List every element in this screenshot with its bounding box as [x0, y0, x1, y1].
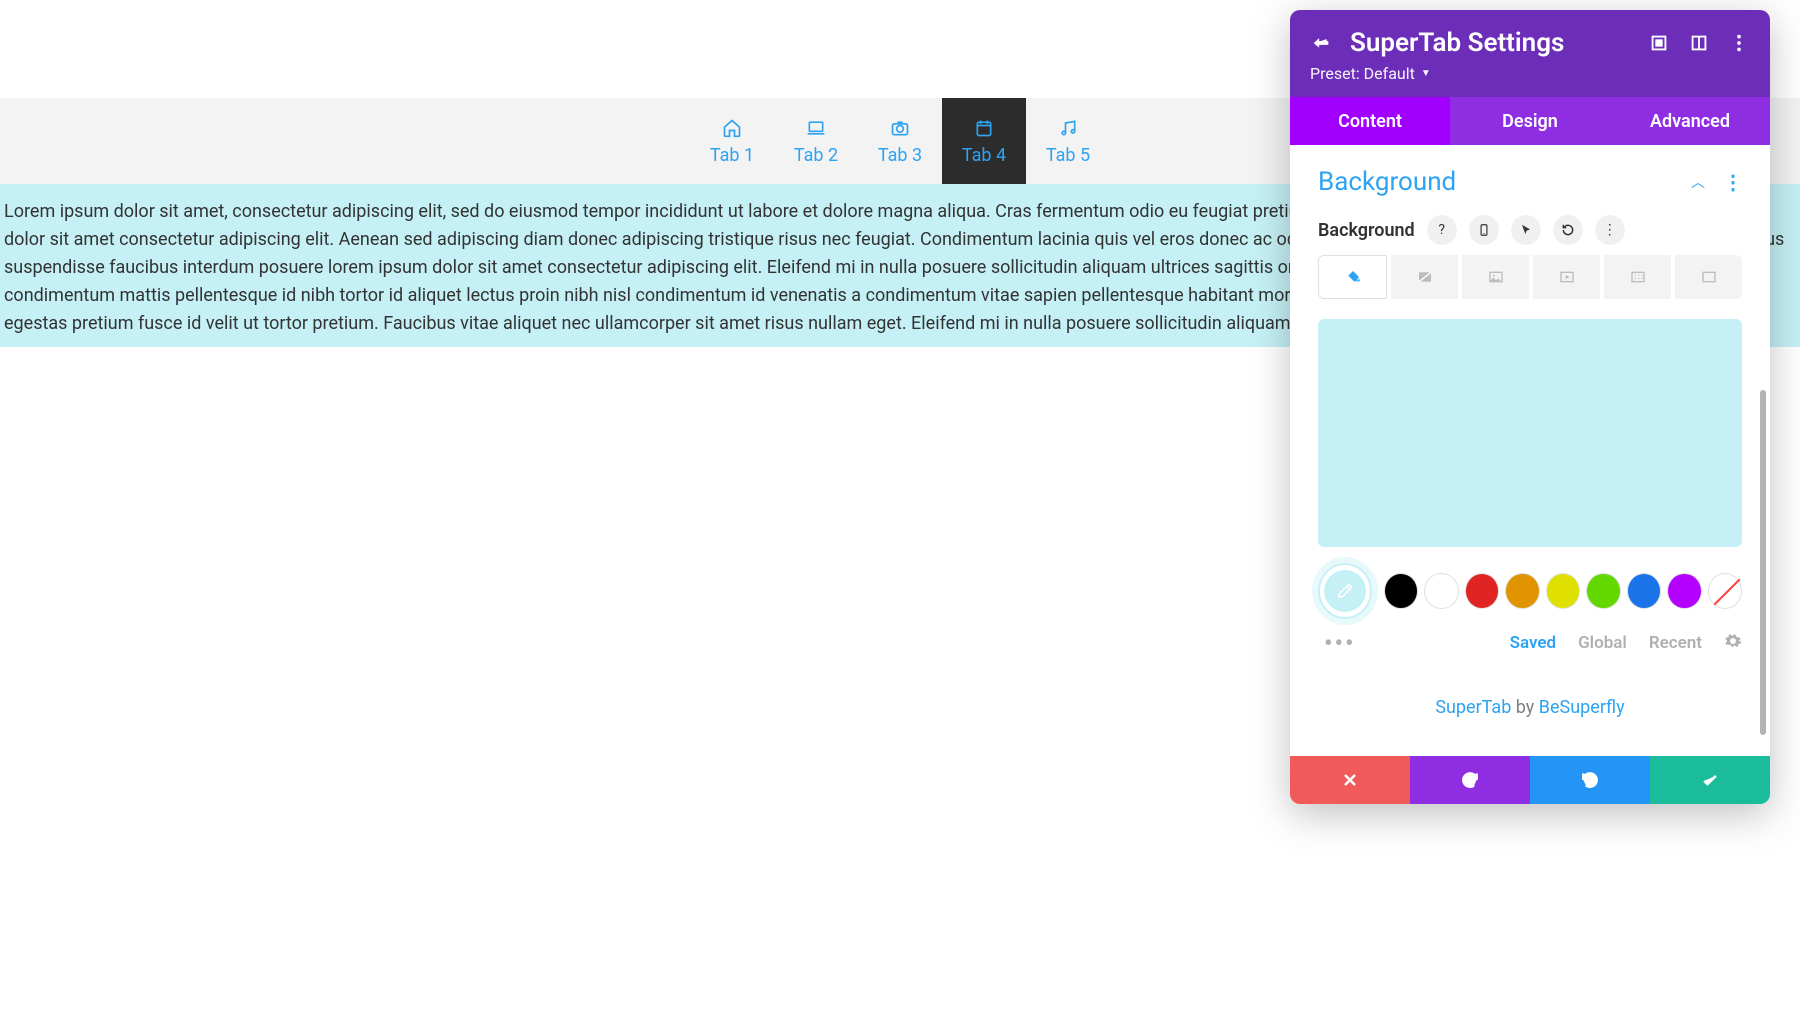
cancel-button[interactable]	[1290, 756, 1410, 804]
music-icon	[1058, 117, 1078, 139]
author-link[interactable]: BeSuperfly	[1539, 697, 1625, 718]
swatch-purple[interactable]	[1667, 573, 1701, 609]
section-title: Background	[1318, 167, 1456, 197]
swatch-none[interactable]	[1708, 573, 1742, 609]
save-button[interactable]	[1650, 756, 1770, 804]
swatch-tabs: ••• Saved Global Recent	[1318, 629, 1742, 657]
gear-icon[interactable]	[1724, 632, 1742, 655]
bgtype-color[interactable]	[1318, 255, 1387, 299]
panel-header: SuperTab Settings Preset: Default ▼	[1290, 10, 1770, 97]
swatch-white[interactable]	[1424, 573, 1458, 609]
tab-label: Tab 1	[710, 145, 754, 166]
redo-button[interactable]	[1530, 756, 1650, 804]
scrollbar[interactable]	[1760, 390, 1766, 735]
product-link[interactable]: SuperTab	[1435, 697, 1511, 718]
swatch-tab-global[interactable]: Global	[1578, 633, 1627, 653]
tab-5[interactable]: Tab 5	[1026, 98, 1110, 184]
tab-3[interactable]: Tab 3	[858, 98, 942, 184]
responsive-icon[interactable]	[1469, 215, 1499, 245]
columns-icon[interactable]	[1688, 32, 1710, 54]
reset-icon[interactable]	[1553, 215, 1583, 245]
swatch-green[interactable]	[1586, 573, 1620, 609]
panel-body: Background ︿ ⋮ Background ? ⋮	[1290, 145, 1770, 756]
swatch-red[interactable]	[1465, 573, 1499, 609]
color-swatches	[1318, 563, 1742, 619]
undo-button[interactable]	[1410, 756, 1530, 804]
tab-1[interactable]: Tab 1	[690, 98, 774, 184]
footer-credit: SuperTab by BeSuperfly	[1318, 667, 1742, 718]
bgtype-video[interactable]	[1533, 255, 1600, 299]
collapse-icon[interactable]: ︿	[1691, 172, 1705, 192]
panel-footer	[1290, 756, 1770, 804]
setting-more-icon[interactable]: ⋮	[1595, 215, 1625, 245]
home-icon	[722, 117, 742, 139]
tab-advanced-settings[interactable]: Advanced	[1610, 97, 1770, 145]
tab-label: Tab 3	[878, 145, 922, 166]
caret-down-icon: ▼	[1421, 68, 1431, 79]
section-more-icon[interactable]: ⋮	[1723, 170, 1742, 194]
panel-title: SuperTab Settings	[1350, 28, 1630, 58]
back-icon[interactable]	[1310, 32, 1332, 54]
tab-label: Tab 5	[1046, 145, 1090, 166]
bgtype-gradient[interactable]	[1391, 255, 1458, 299]
eyedropper-button[interactable]	[1318, 563, 1372, 619]
more-icon[interactable]	[1728, 32, 1750, 54]
background-type-tabs	[1318, 255, 1742, 299]
tab-design-settings[interactable]: Design	[1450, 97, 1610, 145]
calendar-icon	[974, 117, 994, 139]
camera-icon	[890, 117, 910, 139]
bgtype-mask[interactable]	[1675, 255, 1742, 299]
swatch-tab-recent[interactable]: Recent	[1649, 633, 1702, 653]
tab-label: Tab 4	[962, 145, 1006, 166]
swatch-tab-saved[interactable]: Saved	[1510, 633, 1557, 653]
tab-label: Tab 2	[794, 145, 838, 166]
hover-icon[interactable]	[1511, 215, 1541, 245]
swatch-blue[interactable]	[1627, 573, 1661, 609]
expand-icon[interactable]	[1648, 32, 1670, 54]
swatch-black[interactable]	[1384, 573, 1418, 609]
tab-2[interactable]: Tab 2	[774, 98, 858, 184]
preset-selector[interactable]: Preset: Default ▼	[1310, 64, 1750, 83]
bgtype-pattern[interactable]	[1604, 255, 1671, 299]
more-swatches-icon[interactable]: •••	[1324, 629, 1356, 657]
settings-panel: SuperTab Settings Preset: Default ▼ Cont…	[1290, 10, 1770, 804]
panel-tabs: Content Design Advanced	[1290, 97, 1770, 145]
help-icon[interactable]: ?	[1427, 215, 1457, 245]
tab-4[interactable]: Tab 4	[942, 98, 1026, 184]
swatch-yellow[interactable]	[1546, 573, 1580, 609]
tab-content-settings[interactable]: Content	[1290, 97, 1450, 145]
color-preview[interactable]	[1318, 319, 1742, 547]
swatch-orange[interactable]	[1505, 573, 1539, 609]
preset-label: Preset: Default	[1310, 64, 1415, 83]
bgtype-image[interactable]	[1462, 255, 1529, 299]
laptop-icon	[806, 117, 826, 139]
setting-label: Background	[1318, 220, 1415, 241]
